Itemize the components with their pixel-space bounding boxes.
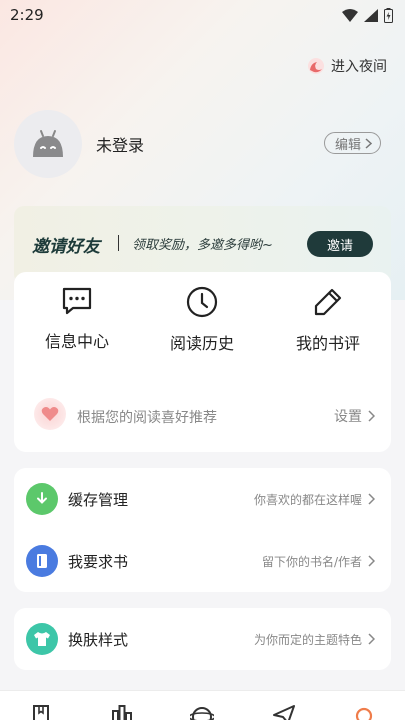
list-item-label: 缓存管理 [68, 490, 129, 509]
quick-action-history[interactable]: 阅读历史 [139, 286, 265, 364]
quick-action-label: 阅读历史 [169, 334, 234, 353]
invite-subtitle: 领取奖励，多邀多得哟~ [132, 238, 273, 253]
night-mode-button[interactable]: 进入夜间 [307, 56, 387, 76]
list-item-cache[interactable]: 缓存管理 你喜欢的都在这样喔 [14, 468, 391, 530]
night-mode-icon [308, 58, 324, 74]
chevron-right-icon [368, 410, 375, 422]
recommend-text: 根据您的阅读喜好推荐 [77, 410, 217, 426]
chevron-right-icon [365, 137, 372, 149]
quick-action-label: 我的书评 [295, 334, 360, 353]
recommend-settings-button[interactable]: 设置 [334, 406, 375, 426]
recommend-row[interactable]: 根据您的阅读喜好推荐 设置 [14, 376, 391, 452]
ranking-icon[interactable] [110, 703, 134, 720]
message-icon [62, 287, 92, 315]
night-mode-label: 进入夜间 [331, 59, 387, 75]
quick-action-label: 信息中心 [44, 332, 109, 351]
shirt-icon [26, 623, 58, 655]
pen-icon [314, 288, 342, 316]
list-item-label: 我要求书 [68, 552, 129, 571]
invite-divider [118, 235, 119, 251]
clock-icon [186, 286, 218, 318]
send-icon[interactable] [272, 703, 296, 720]
list-item-label: 换肤样式 [68, 630, 129, 649]
profile-icon[interactable] [352, 703, 376, 720]
download-icon [26, 483, 58, 515]
profile-section: 未登录 编辑 [14, 104, 391, 184]
invite-button[interactable]: 邀请 [307, 231, 373, 257]
login-status[interactable]: 未登录 [96, 132, 144, 156]
avatar[interactable] [14, 110, 82, 178]
list-item-request-book[interactable]: 我要求书 留下你的书名/作者 [14, 530, 391, 592]
heart-icon [34, 398, 66, 430]
status-bar: 2:29 [0, 0, 405, 30]
list-item-hint: 你喜欢的都在这样喔 [253, 492, 362, 507]
quick-action-reviews[interactable]: 我的书评 [265, 286, 391, 364]
chevron-right-icon [368, 493, 375, 505]
discover-icon[interactable] [190, 703, 214, 720]
quick-action-messages[interactable]: 信息中心 [14, 286, 140, 364]
chevron-right-icon [368, 555, 375, 567]
theme-card: 换肤样式 为你而定的主题特色 [14, 608, 391, 670]
bookshelf-icon[interactable] [30, 703, 54, 720]
chevron-right-icon [368, 633, 375, 645]
list-item-hint: 为你而定的主题特色 [253, 632, 362, 647]
battery-icon [384, 7, 393, 23]
quick-actions-card: 信息中心 阅读历史 我的书评 根据您的阅读喜好推荐 设置 [14, 272, 391, 452]
edit-profile-button[interactable]: 编辑 [323, 132, 381, 154]
status-time: 2:29 [10, 6, 44, 24]
book-icon [26, 545, 58, 577]
signal-icon [364, 8, 378, 22]
tools-card: 缓存管理 你喜欢的都在这样喔 我要求书 留下你的书名/作者 [14, 468, 391, 592]
edit-label: 编辑 [334, 137, 361, 153]
list-item-skin[interactable]: 换肤样式 为你而定的主题特色 [14, 608, 391, 670]
bottom-navigation [0, 690, 405, 720]
robot-avatar-icon [33, 130, 63, 157]
wifi-icon [342, 8, 358, 22]
list-item-hint: 留下你的书名/作者 [261, 554, 362, 569]
settings-label: 设置 [334, 409, 362, 425]
invite-title: 邀请好友 [32, 237, 100, 257]
